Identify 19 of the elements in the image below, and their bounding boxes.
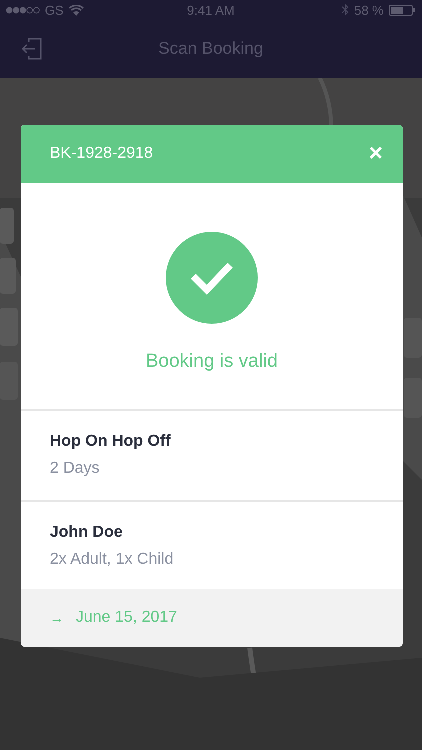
battery-percentage: 58 % <box>354 2 384 18</box>
item-subtitle: 2 Days <box>50 460 101 478</box>
battery-icon <box>388 4 416 16</box>
item-title: Hop On Hop Off <box>50 433 172 451</box>
exit-button[interactable] <box>21 38 43 60</box>
bluetooth-icon <box>342 4 350 16</box>
booking-id: BK-1928-2918 <box>50 145 154 163</box>
arrow-glyph: → <box>50 610 64 626</box>
carrier-name: GS <box>45 2 64 18</box>
signal-icon <box>6 6 40 14</box>
screen-title: Scan Booking <box>158 39 264 59</box>
exit-icon <box>21 38 43 60</box>
status-message: Booking is valid <box>146 351 278 373</box>
item-title: John Doe <box>50 524 124 542</box>
item-subtitle: 2x Adult, 1x Child <box>50 551 175 569</box>
booking-date: June 15, 2017 <box>76 609 178 627</box>
close-button[interactable]: × <box>368 142 383 166</box>
status-time: 9:41 AM <box>187 2 235 18</box>
wifi-icon <box>68 4 84 16</box>
